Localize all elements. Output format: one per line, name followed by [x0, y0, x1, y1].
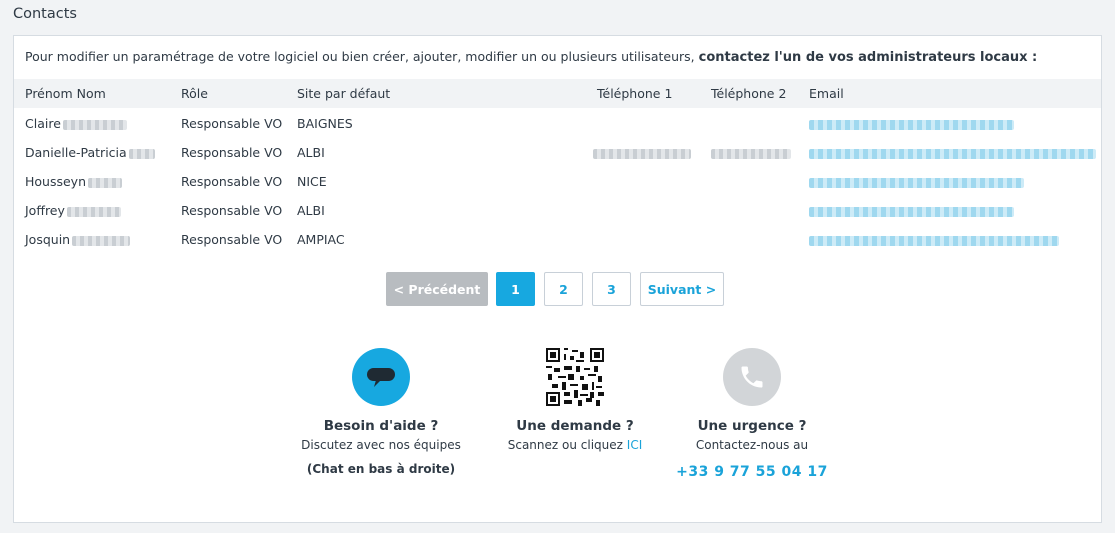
row-email[interactable]	[809, 232, 1059, 247]
table-row[interactable]: Joffrey Responsable VO ALBI	[14, 196, 1101, 225]
qr-code-icon[interactable]	[546, 348, 604, 406]
intro-text: Pour modifier un paramétrage de votre lo…	[25, 49, 1037, 65]
help-request-block: Une demande ? Scannez ou cliquez ICI	[475, 348, 675, 452]
row-site: ALBI	[297, 203, 325, 218]
row-role: Responsable VO	[181, 232, 283, 247]
row-role: Responsable VO	[181, 174, 283, 189]
prev-page-button[interactable]: < Précédent	[386, 272, 488, 306]
chat-icon[interactable]	[352, 348, 410, 406]
row-site: ALBI	[297, 145, 325, 160]
row-email[interactable]	[809, 116, 1014, 131]
row-site: NICE	[297, 174, 327, 189]
redacted-surname	[72, 235, 131, 246]
row-name: Josquin	[25, 232, 131, 247]
row-role: Responsable VO	[181, 203, 283, 218]
help-chat-block: Besoin d'aide ? Discutez avec nos équipe…	[281, 348, 481, 476]
redacted-surname	[128, 148, 155, 159]
redacted-surname	[62, 119, 127, 130]
header-site[interactable]: Site par défaut	[297, 86, 390, 101]
row-name: Claire	[25, 116, 127, 131]
row-role: Responsable VO	[181, 145, 283, 160]
row-name: Housseyn	[25, 174, 123, 189]
table-row[interactable]: Claire Responsable VO BAIGNES	[14, 109, 1101, 138]
section-title: Contacts	[13, 6, 77, 22]
row-email[interactable]	[809, 203, 1014, 218]
table-row[interactable]: Josquin Responsable VO AMPIAC	[14, 225, 1101, 254]
urgent-phone-link[interactable]: +33 9 77 55 04 17	[652, 464, 852, 480]
header-phone1[interactable]: Téléphone 1	[597, 86, 672, 101]
request-subtitle: Scannez ou cliquez ICI	[507, 438, 643, 452]
row-phone1	[593, 145, 691, 160]
request-title: Une demande ?	[516, 418, 634, 434]
chat-note: (Chat en bas à droite)	[306, 462, 456, 476]
table-row[interactable]: Housseyn Responsable VO NICE	[14, 167, 1101, 196]
help-urgent-block: Une urgence ? Contactez-nous au +33 9 77…	[652, 348, 852, 480]
urgent-subtitle: Contactez-nous au	[695, 438, 809, 452]
next-page-button[interactable]: Suivant >	[640, 272, 724, 306]
row-name: Joffrey	[25, 203, 121, 218]
table-row[interactable]: Danielle-Patricia Responsable VO ALBI	[14, 138, 1101, 167]
header-phone2[interactable]: Téléphone 2	[711, 86, 786, 101]
redacted-surname	[66, 206, 121, 217]
intro-bold: contactez l'un de vos administrateurs lo…	[698, 50, 1038, 65]
header-name[interactable]: Prénom Nom	[25, 86, 106, 101]
table-header: Prénom Nom Rôle Site par défaut Téléphon…	[14, 79, 1101, 108]
redacted-surname	[88, 177, 123, 188]
row-site: AMPIAC	[297, 232, 345, 247]
row-role: Responsable VO	[181, 116, 283, 131]
chat-title: Besoin d'aide ?	[323, 418, 439, 434]
row-site: BAIGNES	[297, 116, 353, 131]
contacts-panel: Pour modifier un paramétrage de votre lo…	[13, 35, 1102, 523]
row-email[interactable]	[809, 145, 1096, 160]
page-1-button[interactable]: 1	[496, 272, 535, 306]
phone-icon[interactable]	[723, 348, 781, 406]
intro-plain: Pour modifier un paramétrage de votre lo…	[25, 49, 695, 64]
header-email[interactable]: Email	[809, 86, 844, 101]
request-link[interactable]: ICI	[627, 438, 642, 452]
page-3-button[interactable]: 3	[592, 272, 631, 306]
row-email[interactable]	[809, 174, 1024, 189]
row-phone2	[711, 145, 791, 160]
page-2-button[interactable]: 2	[544, 272, 583, 306]
row-name: Danielle-Patricia	[25, 145, 155, 160]
chat-subtitle: Discutez avec nos équipes	[301, 438, 461, 452]
header-role[interactable]: Rôle	[181, 86, 208, 101]
pagination: < Précédent 1 2 3 Suivant >	[14, 272, 1101, 308]
urgent-title: Une urgence ?	[697, 418, 807, 434]
